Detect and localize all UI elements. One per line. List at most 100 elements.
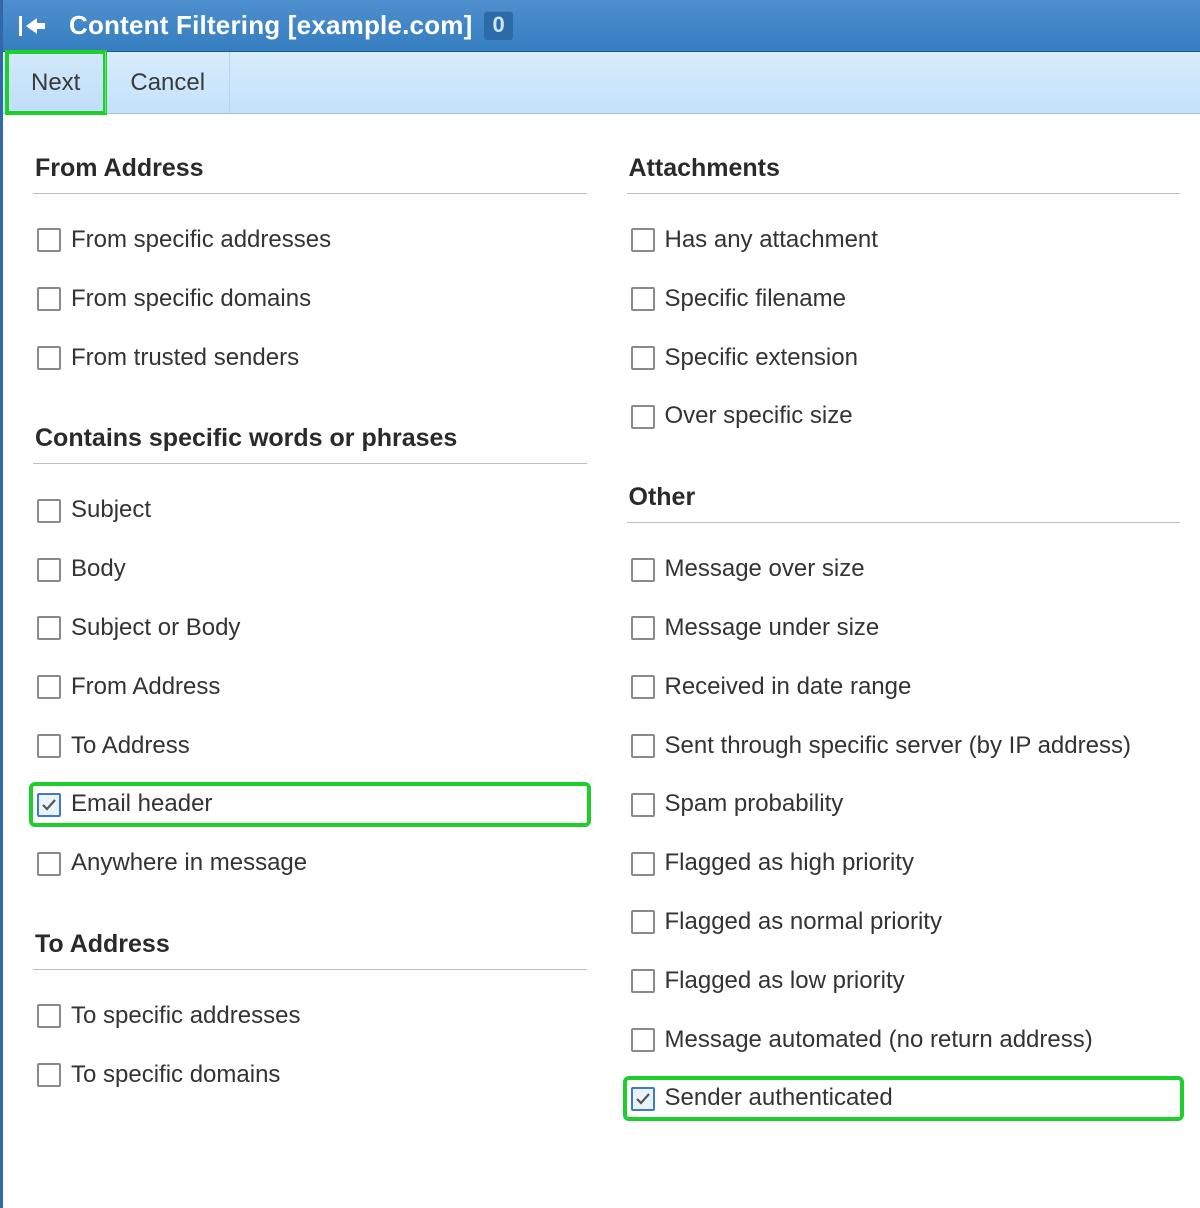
option-label: From trusted senders xyxy=(71,344,299,373)
option-spam-probability[interactable]: Spam probability xyxy=(627,786,1181,823)
cancel-button-label: Cancel xyxy=(130,69,205,97)
group-other: Other Message over size Message under siz… xyxy=(627,483,1181,1117)
option-from-specific-addresses[interactable]: From specific addresses xyxy=(33,222,587,259)
option-label: Anywhere in message xyxy=(71,849,307,878)
option-label: Has any attachment xyxy=(665,226,878,255)
option-sender-authenticated[interactable]: Sender authenticated xyxy=(627,1080,1181,1117)
option-subject-or-body[interactable]: Subject or Body xyxy=(33,610,587,647)
group-items-to-address: To specific addresses To specific domains xyxy=(33,998,587,1094)
option-has-any-attachment[interactable]: Has any attachment xyxy=(627,222,1181,259)
right-column: Attachments Has any attachment Specific f… xyxy=(627,154,1181,1165)
next-button[interactable]: Next xyxy=(7,52,105,113)
option-contains-from-address[interactable]: From Address xyxy=(33,669,587,706)
option-label: To specific addresses xyxy=(71,1002,300,1031)
option-received-in-date-range[interactable]: Received in date range xyxy=(627,669,1181,706)
checkbox-over-specific-size[interactable] xyxy=(631,405,655,429)
checkbox-flagged-normal-priority[interactable] xyxy=(631,910,655,934)
option-email-header[interactable]: Email header xyxy=(33,786,587,823)
option-specific-extension[interactable]: Specific extension xyxy=(627,340,1181,377)
option-specific-filename[interactable]: Specific filename xyxy=(627,281,1181,318)
option-body[interactable]: Body xyxy=(33,551,587,588)
option-label: Sender authenticated xyxy=(665,1084,893,1113)
option-label: Email header xyxy=(71,790,212,819)
option-message-under-size[interactable]: Message under size xyxy=(627,610,1181,647)
checkbox-to-specific-addresses[interactable] xyxy=(37,1004,61,1028)
checkbox-from-trusted-senders[interactable] xyxy=(37,346,61,370)
checkbox-spam-probability[interactable] xyxy=(631,793,655,817)
option-message-over-size[interactable]: Message over size xyxy=(627,551,1181,588)
option-label: Flagged as low priority xyxy=(665,967,905,996)
checkbox-specific-filename[interactable] xyxy=(631,287,655,311)
group-items-attachments: Has any attachment Specific filename Speci… xyxy=(627,222,1181,435)
checkbox-flagged-high-priority[interactable] xyxy=(631,852,655,876)
next-button-label: Next xyxy=(31,69,80,97)
content-area: From Address From specific addressesFrom… xyxy=(3,114,1200,1185)
option-label: To specific domains xyxy=(71,1061,280,1090)
option-from-trusted-senders[interactable]: From trusted senders xyxy=(33,340,587,377)
checkbox-specific-extension[interactable] xyxy=(631,346,655,370)
option-label: Received in date range xyxy=(665,673,912,702)
option-to-specific-addresses[interactable]: To specific addresses xyxy=(33,998,587,1035)
checkbox-body[interactable] xyxy=(37,558,61,582)
group-title-contains: Contains specific words or phrases xyxy=(33,424,587,464)
header-count-badge: 0 xyxy=(484,11,512,40)
option-label: Specific filename xyxy=(665,285,846,314)
group-items-contains: Subject Body Subject or Body From Address To… xyxy=(33,492,587,882)
option-label: Subject xyxy=(71,496,151,525)
checkbox-to-specific-domains[interactable] xyxy=(37,1063,61,1087)
checkbox-message-under-size[interactable] xyxy=(631,616,655,640)
option-flagged-high-priority[interactable]: Flagged as high priority xyxy=(627,845,1181,882)
option-label: Sent through specific server (by IP addr… xyxy=(665,732,1131,761)
option-label: Subject or Body xyxy=(71,614,240,643)
option-label: Flagged as normal priority xyxy=(665,908,942,937)
window: Content Filtering [example.com] 0 Next C… xyxy=(0,0,1200,1208)
group-title-other: Other xyxy=(627,483,1181,523)
checkbox-contains-to-address[interactable] xyxy=(37,734,61,758)
checkbox-received-in-date-range[interactable] xyxy=(631,675,655,699)
option-from-specific-domains[interactable]: From specific domains xyxy=(33,281,587,318)
group-title-from-address: From Address xyxy=(33,154,587,194)
option-contains-to-address[interactable]: To Address xyxy=(33,728,587,765)
page-title: Content Filtering [example.com] xyxy=(69,10,472,41)
option-anywhere-in-message[interactable]: Anywhere in message xyxy=(33,845,587,882)
toolbar: Next Cancel xyxy=(3,52,1200,114)
option-to-specific-domains[interactable]: To specific domains xyxy=(33,1057,587,1094)
group-items-from-address: From specific addresses From specific dom… xyxy=(33,222,587,376)
option-flagged-low-priority[interactable]: Flagged as low priority xyxy=(627,963,1181,1000)
group-title-attachments: Attachments xyxy=(627,154,1181,194)
option-label: Message over size xyxy=(665,555,865,584)
checkbox-from-specific-addresses[interactable] xyxy=(37,228,61,252)
checkbox-message-automated[interactable] xyxy=(631,1028,655,1052)
back-icon[interactable] xyxy=(15,8,51,44)
checkbox-from-specific-domains[interactable] xyxy=(37,287,61,311)
checkbox-has-any-attachment[interactable] xyxy=(631,228,655,252)
option-flagged-normal-priority[interactable]: Flagged as normal priority xyxy=(627,904,1181,941)
option-label: Over specific size xyxy=(665,402,853,431)
option-over-specific-size[interactable]: Over specific size xyxy=(627,398,1181,435)
option-message-automated[interactable]: Message automated (no return address) xyxy=(627,1022,1181,1059)
option-subject[interactable]: Subject xyxy=(33,492,587,529)
header-bar: Content Filtering [example.com] 0 xyxy=(3,0,1200,52)
option-label: Spam probability xyxy=(665,790,844,819)
group-to-address: To Address To specific addressesTo speci… xyxy=(33,930,587,1094)
checkbox-subject[interactable] xyxy=(37,499,61,523)
option-label: Message automated (no return address) xyxy=(665,1026,1093,1055)
option-sent-through-specific-server[interactable]: Sent through specific server (by IP addr… xyxy=(627,728,1181,765)
checkbox-anywhere-in-message[interactable] xyxy=(37,852,61,876)
group-title-to-address: To Address xyxy=(33,930,587,970)
checkbox-email-header[interactable] xyxy=(37,793,61,817)
checkbox-message-over-size[interactable] xyxy=(631,558,655,582)
group-from-address: From Address From specific addressesFrom… xyxy=(33,154,587,376)
checkbox-subject-or-body[interactable] xyxy=(37,616,61,640)
checkbox-contains-from-address[interactable] xyxy=(37,675,61,699)
option-label: Flagged as high priority xyxy=(665,849,914,878)
option-label: From specific domains xyxy=(71,285,311,314)
group-attachments: Attachments Has any attachment Specific f… xyxy=(627,154,1181,435)
option-label: Body xyxy=(71,555,126,584)
checkbox-sender-authenticated[interactable] xyxy=(631,1087,655,1111)
cancel-button[interactable]: Cancel xyxy=(105,52,230,113)
group-contains: Contains specific words or phrases Subje… xyxy=(33,424,587,882)
checkbox-flagged-low-priority[interactable] xyxy=(631,969,655,993)
left-column: From Address From specific addressesFrom… xyxy=(33,154,587,1165)
checkbox-sent-through-specific-server[interactable] xyxy=(631,734,655,758)
